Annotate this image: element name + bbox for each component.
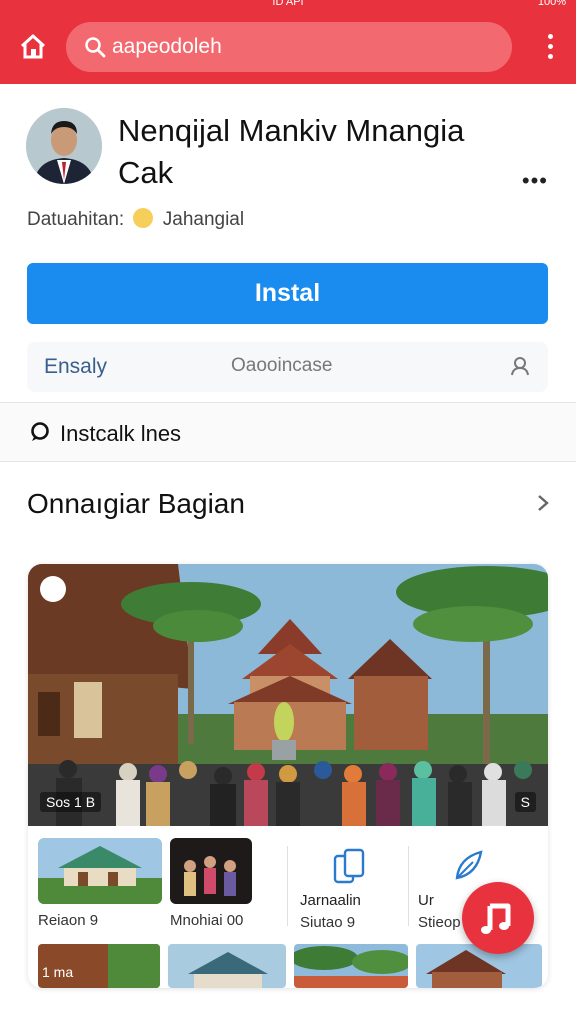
tablet-icon: [333, 848, 365, 884]
tab-bar: Ensaly Oaooincase: [27, 342, 548, 392]
user-icon[interactable]: [510, 356, 530, 376]
status-battery: 100%: [537, 0, 566, 8]
music-note-icon: [481, 903, 511, 934]
thumb-item[interactable]: Jarnaalin Siutao 9: [294, 838, 404, 931]
thumb-caption: Reiaon 9: [38, 912, 99, 929]
tab-oaooincase[interactable]: Oaooincase: [231, 355, 332, 377]
app-header-card: Nenqijal Mankiv Mnangia Cak ••• Datuahit…: [0, 84, 576, 402]
developer-line: Datuahitan: Jahangial: [27, 208, 244, 231]
more-vertical-icon[interactable]: [546, 34, 554, 62]
chevron-right-icon[interactable]: [536, 494, 550, 512]
status-carrier: ID API: [272, 0, 304, 8]
thumb-title: Jarnaalin: [300, 892, 361, 909]
thumb-image: [38, 838, 162, 904]
search-text: aapeodoleh: [112, 35, 222, 58]
bottom-tile-label: 1 ma: [42, 964, 74, 980]
section-title: Onnaıgiar Bagian: [27, 488, 245, 519]
hero-badge-right: S: [514, 792, 536, 812]
emoji-icon: [133, 208, 154, 228]
more-horizontal-icon[interactable]: •••: [522, 168, 548, 194]
meta-value: Jahangial: [162, 209, 245, 230]
chat-bubble-icon: [31, 422, 49, 441]
leaf-icon: [455, 850, 483, 880]
bottom-tile[interactable]: 1 ma: [38, 944, 160, 988]
install-button[interactable]: Instal: [27, 263, 548, 324]
home-button[interactable]: [18, 32, 48, 62]
search-icon: [85, 37, 106, 58]
thumb-image: [170, 838, 252, 904]
search-input[interactable]: aapeodoleh: [66, 22, 512, 72]
avatar: [26, 108, 102, 184]
bottom-tile[interactable]: [168, 944, 286, 988]
hero-avatar: [40, 576, 66, 602]
app-title: Nenqijal Mankiv Mnangia Cak: [118, 113, 465, 190]
bottom-tile[interactable]: [294, 944, 408, 988]
thumb-item[interactable]: Mnohiai 00: [170, 838, 252, 929]
hero-badge-left: Sos 1 B: [40, 792, 102, 812]
tab-ensaly[interactable]: Ensaly: [44, 355, 107, 379]
status-bar: ID API 100%: [0, 0, 576, 10]
thumb-caption: Mnohiai 00: [170, 912, 244, 929]
divider: [287, 846, 288, 926]
hero-image[interactable]: Sos 1 B S: [28, 564, 548, 826]
meta-label: Datuahitan:: [27, 209, 125, 230]
home-icon: [20, 34, 46, 59]
music-fab-button[interactable]: [462, 882, 534, 954]
app-bar: aapeodoleh: [0, 10, 576, 84]
thumb-caption: Siutao 9: [300, 914, 356, 931]
thumb-item[interactable]: Reiaon 9: [38, 838, 162, 929]
install-lines-label: Instcalk lnes: [60, 421, 182, 446]
install-lines-row[interactable]: Instcalk lnes: [0, 402, 576, 462]
divider: [408, 846, 409, 926]
